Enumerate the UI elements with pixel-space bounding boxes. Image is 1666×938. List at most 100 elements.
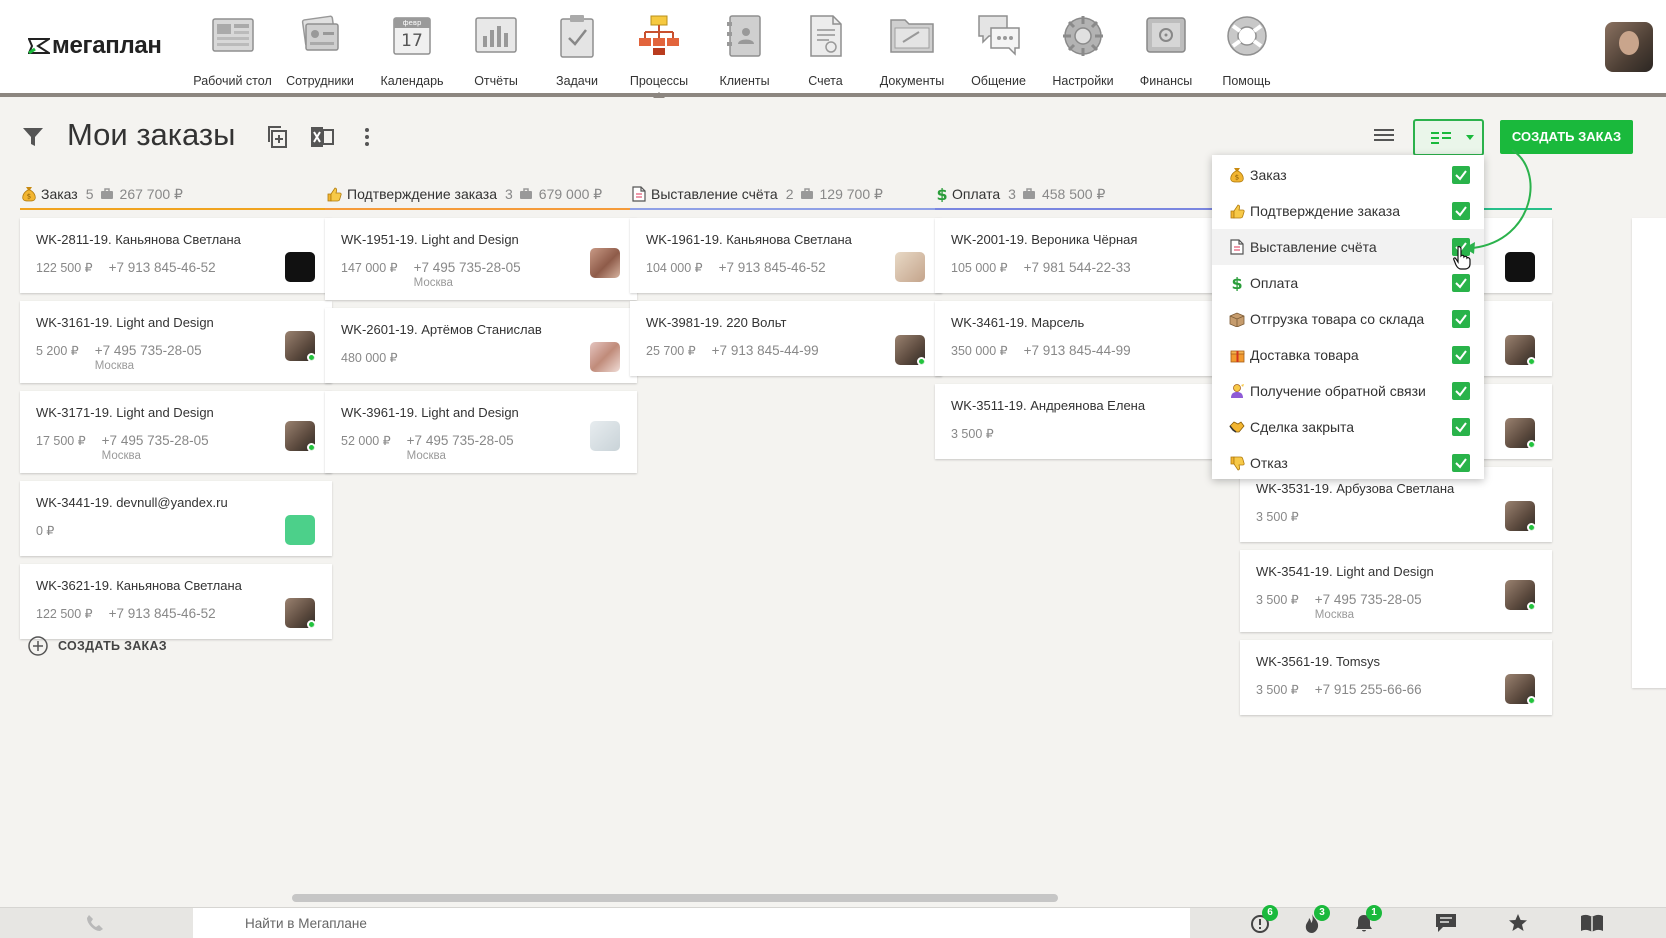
nav-item-desktop[interactable]: Рабочий стол (193, 12, 272, 88)
avatar[interactable] (1505, 501, 1535, 531)
nav-item-help[interactable]: Помощь (1206, 12, 1287, 88)
order-card[interactable]: WK-2601-19. Артёмов Станислав 480 000 ₽ (325, 308, 637, 383)
avatar[interactable] (285, 515, 315, 545)
order-card[interactable]: WK-3541-19. Light and Design 3 500 ₽ +7 49… (1240, 550, 1552, 632)
avatar[interactable] (1505, 418, 1535, 448)
stage-menu-item[interactable]: $ Заказ (1212, 157, 1484, 193)
stage-checkbox[interactable] (1452, 382, 1470, 400)
list-view-icon[interactable] (1374, 128, 1394, 142)
handshake-icon (1229, 420, 1245, 434)
column-header[interactable]: $ Оплата 3 458 500 ₽ (935, 180, 1247, 210)
nav-item-settings[interactable]: Настройки (1040, 12, 1126, 88)
avatar[interactable] (1505, 674, 1535, 704)
nav-item-finance[interactable]: Финансы (1126, 12, 1206, 88)
stage-menu-item[interactable]: Получение обратной связи (1212, 373, 1484, 409)
phone-icon[interactable] (86, 914, 104, 932)
avatar[interactable] (590, 342, 620, 372)
order-city: Москва (94, 360, 134, 372)
avatar[interactable] (590, 421, 620, 451)
avatar[interactable] (285, 331, 315, 361)
filter-icon[interactable] (22, 127, 44, 147)
alerts-icon[interactable]: 6 (1250, 905, 1278, 933)
online-status-dot (917, 357, 925, 365)
messages-icon[interactable] (1435, 913, 1457, 933)
avatar[interactable] (590, 248, 620, 278)
order-card[interactable]: WK-3961-19. Light and Design 52 000 ₽ +7 4… (325, 391, 637, 473)
stage-checkbox[interactable] (1452, 346, 1470, 364)
avatar[interactable] (285, 421, 315, 451)
order-card[interactable]: WK-3511-19. Андреянова Елена 3 500 ₽ (935, 384, 1247, 459)
stage-menu-item[interactable]: Выставление счёта (1212, 229, 1484, 265)
global-search-input[interactable]: Найти в Мегаплане (193, 908, 1190, 938)
copy-add-icon[interactable] (267, 125, 289, 149)
bell-icon[interactable]: 1 (1354, 905, 1382, 933)
stage-menu-item[interactable]: Сделка закрыта (1212, 409, 1484, 445)
column-header[interactable]: $ Заказ 5 267 700 ₽ (20, 180, 332, 210)
order-card[interactable]: WK-1951-19. Light and Design 147 000 ₽ +7 … (325, 218, 637, 300)
avatar[interactable] (895, 335, 925, 365)
order-card[interactable]: WK-3171-19. Light and Design 17 500 ₽ +7 4… (20, 391, 332, 473)
favorites-star-icon[interactable] (1508, 913, 1528, 933)
order-card[interactable]: WK-2001-19. Вероника Чёрная 105 000 ₽ +7 9… (935, 218, 1247, 293)
calendar-day: 17 (401, 31, 423, 51)
nav-item-chat[interactable]: Общение (957, 12, 1040, 88)
stage-menu-item[interactable]: Отгрузка товара со склада (1212, 301, 1484, 337)
excel-export-icon[interactable] (310, 126, 334, 148)
user-avatar[interactable] (1605, 22, 1653, 72)
order-card[interactable]: WK-2811-19. Каньянова Светлана 122 500 ₽ +… (20, 218, 332, 293)
more-options-icon[interactable] (364, 127, 370, 147)
order-card[interactable]: WK-3441-19. devnull@yandex.ru 0 ₽ (20, 481, 332, 556)
column-title: Оплата (952, 186, 1001, 202)
stage-checkbox[interactable] (1452, 238, 1470, 256)
order-card[interactable]: WK-3461-19. Марсель 350 000 ₽ +7 913 845-4… (935, 301, 1247, 376)
stage-checkbox[interactable] (1452, 274, 1470, 292)
nav-item-tasks[interactable]: Задачи (541, 12, 613, 88)
horizontal-scrollbar[interactable] (292, 894, 1058, 902)
avatar[interactable] (285, 598, 315, 628)
order-card[interactable]: WK-3621-19. Каньянова Светлана 122 500 ₽ +… (20, 564, 332, 639)
stage-checkbox[interactable] (1452, 454, 1470, 472)
order-card[interactable]: WK-3561-19. Tomsys 3 500 ₽ +7 915 255-66-6… (1240, 640, 1552, 715)
avatar[interactable] (895, 252, 925, 282)
order-phone: +7 981 544-22-33 (1023, 260, 1131, 275)
brand-name: мегаплан (52, 32, 162, 59)
avatar[interactable] (1505, 580, 1535, 610)
order-amount: 3 500 ₽ (1256, 683, 1299, 697)
order-card[interactable]: WK-3981-19. 220 Вольт 25 700 ₽ +7 913 845-… (630, 301, 942, 376)
board-view-toggle[interactable] (1413, 119, 1484, 156)
stage-menu-item[interactable]: Подтверждение заказа (1212, 193, 1484, 229)
book-icon[interactable] (1580, 913, 1604, 933)
stage-checkbox[interactable] (1452, 166, 1470, 184)
stage-checkbox[interactable] (1452, 310, 1470, 328)
order-city: Москва (406, 450, 446, 462)
nav-item-reports[interactable]: Отчёты (451, 12, 541, 88)
avatar[interactable] (1505, 335, 1535, 365)
stage-menu-item[interactable]: $ Оплата (1212, 265, 1484, 301)
stage-menu-item[interactable]: Доставка товара (1212, 337, 1484, 373)
order-amount: 3 500 ₽ (951, 427, 994, 441)
nav-item-calendar[interactable]: февр 17 Календарь (373, 12, 451, 88)
stage-checkbox[interactable] (1452, 202, 1470, 220)
nav-label: Процессы (629, 74, 689, 88)
desktop-icon (211, 14, 255, 56)
avatar[interactable] (285, 252, 315, 282)
hot-icon[interactable]: 3 (1302, 905, 1330, 933)
column-header[interactable]: Выставление счёта 2 129 700 ₽ (630, 180, 942, 210)
stage-menu-label: Оплата (1250, 275, 1299, 291)
order-card[interactable]: WK-1961-19. Каньянова Светлана 104 000 ₽ +… (630, 218, 942, 293)
order-amount: 122 500 ₽ (36, 261, 93, 275)
nav-item-processes[interactable]: Процессы (613, 12, 705, 98)
megaplan-logo[interactable]: мегаплан (28, 32, 162, 60)
stage-menu-item[interactable]: Отказ (1212, 445, 1484, 481)
create-order-link[interactable]: СОЗДАТЬ ЗАКАЗ (28, 636, 167, 656)
nav-item-invoices[interactable]: Счета (784, 12, 867, 88)
avatar[interactable] (1505, 252, 1535, 282)
nav-item-documents[interactable]: Документы (867, 12, 957, 88)
online-status-dot (1527, 440, 1535, 448)
stage-checkbox[interactable] (1452, 418, 1470, 436)
nav-item-employees[interactable]: Сотрудники (267, 12, 373, 88)
column-header[interactable]: Подтверждение заказа 3 679 000 ₽ (325, 180, 637, 210)
order-card[interactable]: WK-3161-19. Light and Design 5 200 ₽ +7 49… (20, 301, 332, 383)
nav-item-clients[interactable]: Клиенты (705, 12, 784, 88)
create-order-button[interactable]: СОЗДАТЬ ЗАКАЗ (1500, 120, 1633, 154)
